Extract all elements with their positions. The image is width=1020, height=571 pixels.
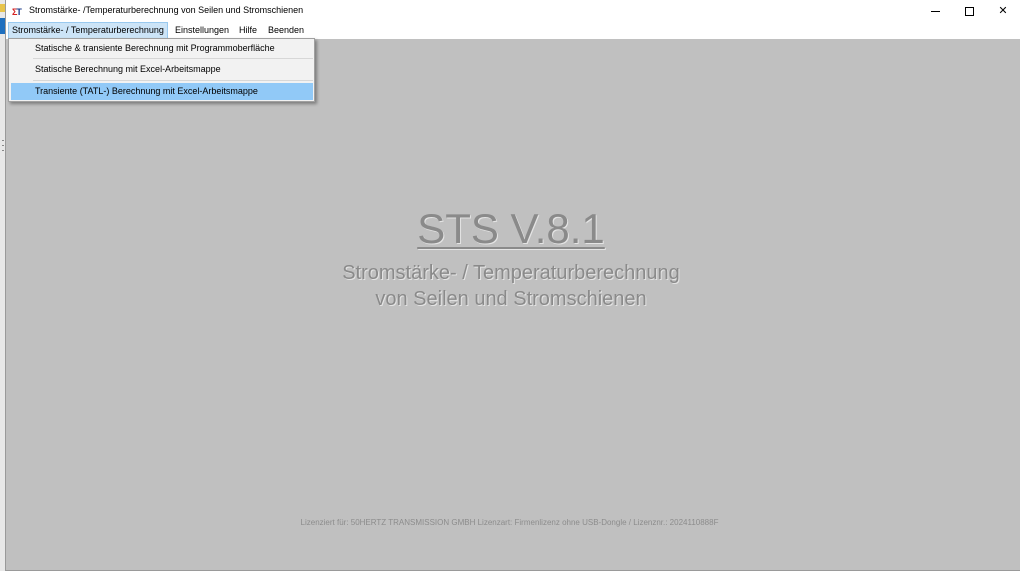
title-bar[interactable]: ΣT Stromstärke- /Temperaturberechnung vo… [6, 0, 1020, 23]
window-title: Stromstärke- /Temperaturberechnung von S… [29, 5, 304, 15]
menu-separator [33, 58, 313, 59]
desktop-edge-mark [2, 145, 4, 146]
minimize-icon [930, 10, 940, 12]
desktop-edge-mark [2, 140, 4, 141]
app-logo-letter: T [16, 7, 21, 17]
minimize-button[interactable] [918, 0, 952, 23]
app-window: ΣT Stromstärke- /Temperaturberechnung vo… [5, 0, 1020, 571]
maximize-button[interactable] [952, 0, 986, 23]
menu-item-static-excel[interactable]: Statische Berechnung mit Excel-Arbeitsma… [11, 61, 313, 78]
close-icon: ✕ [998, 5, 1008, 17]
splash-title: STS V.8.1 [417, 205, 605, 252]
menu-einstellungen[interactable]: Einstellungen [172, 22, 232, 39]
menu-stromstaerke[interactable]: Stromstärke- / Temperaturberechnung [8, 22, 168, 39]
dropdown-menu: Statische & transiente Berechnung mit Pr… [8, 38, 315, 102]
maximize-icon [964, 6, 974, 16]
menu-bar: Stromstärke- / Temperaturberechnung Eins… [6, 22, 1020, 39]
menu-item-transient-tatl-excel[interactable]: Transiente (TATL-) Berechnung mit Excel-… [11, 83, 313, 100]
app-logo-icon: ΣT [12, 6, 26, 18]
menu-beenden[interactable]: Beenden [265, 22, 307, 39]
splash-subtitle-line1: Stromstärke- / Temperaturberechnung [342, 262, 680, 284]
license-info: Lizenziert für: 50HERTZ TRANSMISSION GMB… [300, 518, 719, 527]
main-client-area: STS V.8.1 Stromstärke- / Temperaturberec… [6, 39, 1020, 570]
desktop-edge-mark [2, 150, 4, 151]
splash-subtitle-line2: von Seilen und Stromschienen [375, 288, 647, 310]
menu-separator [33, 80, 313, 81]
close-button[interactable]: ✕ [986, 0, 1020, 23]
menu-item-static-transient-ui[interactable]: Statische & transiente Berechnung mit Pr… [11, 40, 313, 57]
menu-hilfe[interactable]: Hilfe [236, 22, 260, 39]
